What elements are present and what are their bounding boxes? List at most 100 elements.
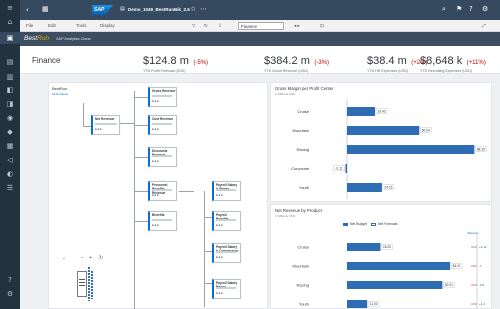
connector — [179, 191, 194, 192]
variance-value: +1.2 — [479, 302, 485, 306]
connector — [119, 123, 134, 124]
tab-title[interactable]: Demo_1049_BestRunBik_2.5 — [128, 7, 190, 12]
node-payroll-benefits[interactable]: Payroll Benefits ■ ■ ■ — [212, 211, 241, 231]
calendar-icon[interactable]: ▦ — [5, 142, 15, 150]
category-label: Mountain — [293, 128, 309, 133]
left-sidebar: ≡ ⌂ ▣ ▤ ▥ ◧ ◨ ◉ ◆ ▦ ◁ ◐ ☰ ? ⚙ — [0, 0, 20, 309]
node-discounts[interactable]: Discounts Revenue ■ ■ ■ — [148, 147, 177, 167]
kpi-hr[interactable]: $38.4 m (+2%) YTD HR Expenses (USD) — [367, 51, 427, 73]
analytics-icon[interactable]: ◧ — [5, 86, 15, 94]
sap-logo: SAP — [92, 5, 113, 15]
bar[interactable] — [347, 107, 376, 116]
connector — [134, 157, 148, 158]
category-label: Youth — [299, 185, 309, 190]
tree-title: BestRun — [52, 86, 68, 91]
people-icon[interactable]: ◐ — [5, 170, 15, 178]
fullscreen-icon[interactable]: ⤢ — [482, 23, 486, 28]
help-shell-icon[interactable]: ? — [469, 6, 473, 13]
variance-value: +2.12 — [479, 245, 487, 249]
node-payroll-salary[interactable]: Payroll Salary & Wages ■ ■ ■ — [212, 181, 241, 201]
node-personnel[interactable]: Personnel Benefits Revenue ■ ■ ■ — [148, 181, 177, 201]
variance-value: -0.8 — [479, 283, 485, 287]
bar[interactable] — [347, 281, 443, 289]
notifications-icon[interactable]: ⚑ — [456, 6, 462, 13]
settings-icon[interactable]: ⚙ — [5, 290, 15, 298]
zoom-out-button[interactable]: − — [81, 255, 84, 261]
nav-left-icon[interactable]: ‹ — [63, 256, 65, 262]
search-icon[interactable]: ⌕ — [442, 6, 446, 13]
edit-menu[interactable]: Edit — [48, 23, 56, 28]
bar[interactable] — [347, 145, 475, 154]
files-icon[interactable]: ▣ — [0, 32, 20, 44]
chart-title: Net Revenue by Product — [275, 208, 322, 213]
bar[interactable] — [347, 126, 420, 135]
bar[interactable] — [347, 243, 381, 251]
node-net-revenue[interactable]: Net Revenue ■ ■ ■ — [91, 115, 120, 135]
data-label: 52.01 — [445, 283, 453, 287]
filter-icon[interactable]: ▽ — [192, 23, 195, 29]
more-icon[interactable]: ⋯ — [200, 6, 207, 13]
grid-icon[interactable]: ▦ — [42, 6, 49, 13]
kpi-recruiting[interactable]: $8,648 k (+11%) YTD Recruiting Expenses … — [420, 51, 486, 73]
node-payroll-bonus[interactable]: Payroll Salary Bonus ■ ■ ■ — [212, 279, 241, 299]
legend-swatch-forecast — [371, 223, 376, 226]
bar[interactable] — [347, 262, 451, 270]
data-label: 56.21 — [453, 264, 461, 268]
bookmark-icon[interactable]: ☆ — [190, 6, 196, 13]
node-payroll-commission[interactable]: Payroll Salary & Commission ■ ■ ■ — [212, 243, 241, 263]
page-icon[interactable]: ⊡ — [320, 23, 324, 29]
tools-menu[interactable]: Tools — [76, 23, 87, 28]
net-revenue-chart[interactable]: Net Revenue by Product in Millions USD N… — [270, 204, 492, 309]
data-label: 50.04 — [422, 128, 430, 132]
refresh-icon[interactable]: ↻ — [204, 23, 208, 29]
zoom-in-button[interactable]: + — [89, 255, 92, 261]
data-label: 24.15 — [384, 185, 392, 189]
value-driver-tree: BestRun All Products Net Revenue ■ ■ ■ G… — [48, 82, 268, 309]
category-label: Mountain — [293, 264, 309, 269]
tree-filter[interactable]: All Products — [52, 92, 68, 96]
kpi-revenue[interactable]: $384.2 m (-3%) YTD Gross Revenue (USD) — [264, 51, 329, 73]
minimap[interactable] — [77, 267, 99, 301]
back-icon[interactable]: ‹ — [26, 7, 29, 14]
data-label: 18.25 — [383, 245, 391, 249]
data-label: 19.43 — [378, 109, 386, 113]
connector — [204, 283, 212, 284]
data-label: -0.11 — [335, 166, 342, 170]
home-icon[interactable]: ⌂ — [5, 18, 15, 26]
list-icon[interactable]: ☰ — [5, 184, 15, 192]
nav-icon[interactable]: ◂ ▸ — [294, 23, 300, 29]
display-menu[interactable]: Display — [100, 23, 115, 28]
stories-icon[interactable]: ▥ — [5, 73, 15, 81]
category-label: Racing — [297, 283, 309, 288]
connector — [204, 191, 205, 307]
menu-icon[interactable]: ≡ — [5, 4, 15, 12]
lightbulb-icon[interactable]: ◉ — [5, 114, 15, 122]
stories-app-icon: ▤ — [120, 6, 125, 12]
node-gross-revenue[interactable]: Gross Revenue ■ ■ ■ — [148, 87, 177, 107]
bar[interactable] — [345, 164, 348, 173]
app-subtitle: SAP Analytics Cloud — [56, 37, 91, 41]
settings-shell-icon[interactable]: ⚙ — [482, 6, 488, 13]
node-benefits[interactable]: Benefits ■ ■ ■ — [148, 211, 177, 231]
variance-value: -1 — [479, 264, 482, 268]
modeler-icon[interactable]: ◨ — [5, 100, 15, 108]
section-select[interactable]: Finance — [238, 22, 284, 30]
category-label: Youth — [299, 302, 309, 307]
data-icon[interactable]: ▤ — [5, 58, 15, 66]
reset-zoom-icon[interactable]: ↻ — [99, 255, 103, 261]
legend-label: Net Forecast — [378, 222, 398, 226]
node-cost-revenue[interactable]: Cost Revenue ■ ■ ■ — [148, 115, 177, 135]
bar[interactable] — [347, 300, 368, 308]
kpi-strip: Finance $124.8 m (-5%) YTD Profit Foreca… — [20, 46, 500, 74]
file-menu[interactable]: File — [26, 23, 33, 28]
gross-margin-chart[interactable]: Gross Margin per Profit Center in Millio… — [270, 82, 492, 202]
kpi-profit[interactable]: $124.8 m (-5%) YTD Profit Forecast (USD) — [143, 51, 208, 73]
connector — [134, 221, 148, 222]
shell-bar: ‹ ▦ SAP ▤ Demo_1049_BestRunBik_2.5 ☆ ⋯ ⌕… — [20, 0, 500, 20]
bar[interactable] — [347, 183, 382, 192]
chart-subtitle: in Millions USD — [275, 214, 296, 218]
cube-icon[interactable]: ◆ — [5, 128, 15, 136]
share-icon[interactable]: ◁ — [5, 156, 15, 164]
help-icon[interactable]: ? — [5, 276, 15, 284]
export-icon[interactable]: ⇩ — [218, 23, 222, 29]
